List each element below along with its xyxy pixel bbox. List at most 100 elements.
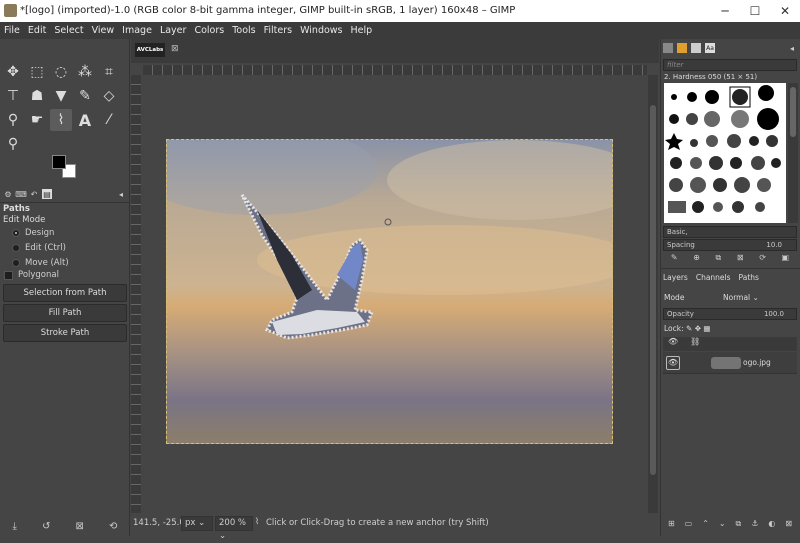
new-layer-icon[interactable]: ⊞ <box>668 519 675 529</box>
brushes-tab-icon[interactable] <box>663 43 673 53</box>
save-options-icon[interactable]: ⤓ <box>13 521 17 532</box>
vertical-ruler[interactable] <box>131 75 141 515</box>
vertical-scrollbar[interactable] <box>648 75 658 515</box>
eraser-tool-icon[interactable]: ◇ <box>98 85 120 107</box>
image-tabs: AVCLabs ⊠ <box>131 39 659 63</box>
tab-paths[interactable]: Paths <box>739 273 759 282</box>
new-group-icon[interactable]: ▭ <box>685 519 693 529</box>
fuzzy-select-tool-icon[interactable]: ⁂ <box>74 61 96 83</box>
paintbrush-tool-icon[interactable]: ✎ <box>74 85 96 107</box>
layer-row[interactable]: 👁 ogo.jpg <box>663 352 797 374</box>
foreground-color-swatch[interactable] <box>52 155 66 169</box>
image-tab-close[interactable]: ⊠ <box>171 44 179 54</box>
delete-layer-icon[interactable]: ⊠ <box>785 519 792 529</box>
new-brush-icon[interactable]: ⊕ <box>693 253 700 263</box>
lock-pixels-icon[interactable]: ✎ <box>686 324 692 333</box>
close-button[interactable]: ✕ <box>770 0 800 22</box>
window-title: *[logo] (imported)-1.0 (RGB color 8-bit … <box>20 5 516 16</box>
horizontal-ruler[interactable] <box>143 65 647 75</box>
maximize-button[interactable]: ☐ <box>740 0 770 22</box>
anchor-layer-icon[interactable]: ⚓ <box>751 519 758 529</box>
refresh-brush-icon[interactable]: ⟳ <box>759 253 766 263</box>
delete-brush-icon[interactable]: ⊠ <box>737 253 744 263</box>
zoom-select[interactable]: 200 % ⌄ <box>215 516 253 541</box>
minimize-button[interactable]: ─ <box>710 0 740 22</box>
rect-select-tool-icon[interactable]: ⬚ <box>26 61 48 83</box>
gradients-tab-icon[interactable] <box>691 43 701 53</box>
image-tab-thumbnail[interactable]: AVCLabs <box>135 43 165 57</box>
visibility-header-icon: 👁 <box>668 337 679 346</box>
mode-edit-radio[interactable]: Edit (Ctrl) <box>12 241 69 255</box>
selection-from-path-button[interactable]: Selection from Path <box>3 284 127 302</box>
menu-view[interactable]: View <box>88 22 119 39</box>
panel-menu-icon[interactable]: ◂ <box>116 189 126 199</box>
brushes-tabbar: Aa <box>663 43 715 53</box>
chevron-down-icon: ⌄ <box>198 518 206 528</box>
checkbox-icon <box>4 270 13 280</box>
menu-tools[interactable]: Tools <box>228 22 259 39</box>
lock-position-icon[interactable]: ✥ <box>695 324 701 333</box>
brush-as-image-icon[interactable]: ▣ <box>782 253 790 263</box>
tab-channels[interactable]: Channels <box>696 273 731 282</box>
unit-select[interactable]: px ⌄ <box>181 516 213 531</box>
brush-tag-field[interactable]: Basic, <box>663 226 797 238</box>
brush-name: 2. Hardness 050 (51 × 51) <box>664 73 758 81</box>
brush-filter-input[interactable]: filter <box>663 59 797 71</box>
zoom-tool-icon[interactable]: ⚲ <box>2 133 24 155</box>
lock-alpha-icon[interactable]: ▦ <box>703 324 710 333</box>
images-tab-icon[interactable]: ▤ <box>42 189 52 199</box>
menu-image[interactable]: Image <box>118 22 156 39</box>
bucket-fill-tool-icon[interactable]: ▼ <box>50 85 72 107</box>
lower-layer-icon[interactable]: ⌄ <box>719 519 726 529</box>
opacity-field[interactable]: Opacity 100.0 <box>663 308 797 320</box>
crop-tool-icon[interactable]: ⌗ <box>98 61 120 83</box>
menu-file[interactable]: File <box>0 22 24 39</box>
reset-options-icon[interactable]: ⟲ <box>109 521 117 532</box>
clone-tool-icon[interactable]: ⚲ <box>2 109 24 131</box>
device-status-tab-icon[interactable]: ⌨ <box>15 189 27 199</box>
mode-design-radio[interactable]: Design <box>12 226 69 240</box>
color-picker-tool-icon[interactable]: ⁄ <box>98 109 120 131</box>
undo-history-tab-icon[interactable]: ↶ <box>29 189 39 199</box>
panel-menu-icon[interactable]: ◂ <box>787 43 797 53</box>
text-tool-icon[interactable]: A <box>74 109 96 131</box>
stroke-path-button[interactable]: Stroke Path <box>3 324 127 342</box>
brush-grid-scrollbar[interactable] <box>788 83 798 223</box>
move-tool-icon[interactable]: ✥ <box>2 61 24 83</box>
right-dock: Aa ◂ filter 2. Hardness 050 (51 × 51) Ba… <box>660 39 800 536</box>
eye-icon[interactable]: 👁 <box>666 356 680 370</box>
image-canvas[interactable] <box>166 139 613 444</box>
delete-options-icon[interactable]: ⊠ <box>76 521 84 532</box>
smudge-tool-icon[interactable]: ☛ <box>26 109 48 131</box>
warp-tool-icon[interactable]: ☗ <box>26 85 48 107</box>
fill-path-button[interactable]: Fill Path <box>3 304 127 322</box>
tab-layers[interactable]: Layers <box>663 273 688 282</box>
edit-brush-icon[interactable]: ✎ <box>671 253 678 263</box>
patterns-tab-icon[interactable] <box>677 43 687 53</box>
menu-edit[interactable]: Edit <box>24 22 50 39</box>
brush-grid[interactable] <box>664 83 786 223</box>
unified-transform-tool-icon[interactable]: ⊤ <box>2 85 24 107</box>
spacing-field[interactable]: Spacing 10.0 <box>663 239 797 251</box>
mode-select[interactable]: Normal ⌄ <box>723 293 759 302</box>
fonts-tab-icon[interactable]: Aa <box>705 43 715 53</box>
mode-label: Mode <box>664 293 685 302</box>
free-select-tool-icon[interactable]: ◌ <box>50 61 72 83</box>
layer-name: ogo.jpg <box>743 358 771 367</box>
restore-options-icon[interactable]: ↺ <box>42 521 50 532</box>
menu-colors[interactable]: Colors <box>190 22 228 39</box>
menu-help[interactable]: Help <box>347 22 377 39</box>
paths-tool-icon[interactable]: ⌇ <box>50 109 72 131</box>
toolbox-panel: ✥ ⬚ ◌ ⁂ ⌗ ⊤ ☗ ▼ ✎ ◇ ⚲ ☛ ⌇ A ⁄ ⚲ ⚙ ⌨ ↶ ▤ … <box>0 39 130 536</box>
raise-layer-icon[interactable]: ⌃ <box>702 519 709 529</box>
polygonal-checkbox[interactable]: Polygonal <box>4 268 59 282</box>
menu-windows[interactable]: Windows <box>296 22 346 39</box>
mask-layer-icon[interactable]: ◐ <box>768 519 775 529</box>
duplicate-layer-icon[interactable]: ⧉ <box>736 519 742 529</box>
menu-layer[interactable]: Layer <box>156 22 191 39</box>
tool-options-tab-icon[interactable]: ⚙ <box>3 189 13 199</box>
menu-select[interactable]: Select <box>50 22 87 39</box>
menu-filters[interactable]: Filters <box>260 22 296 39</box>
duplicate-brush-icon[interactable]: ⧉ <box>716 253 722 263</box>
tool-options-footer: ⤓ ↺ ⊠ ⟲ <box>0 516 130 536</box>
